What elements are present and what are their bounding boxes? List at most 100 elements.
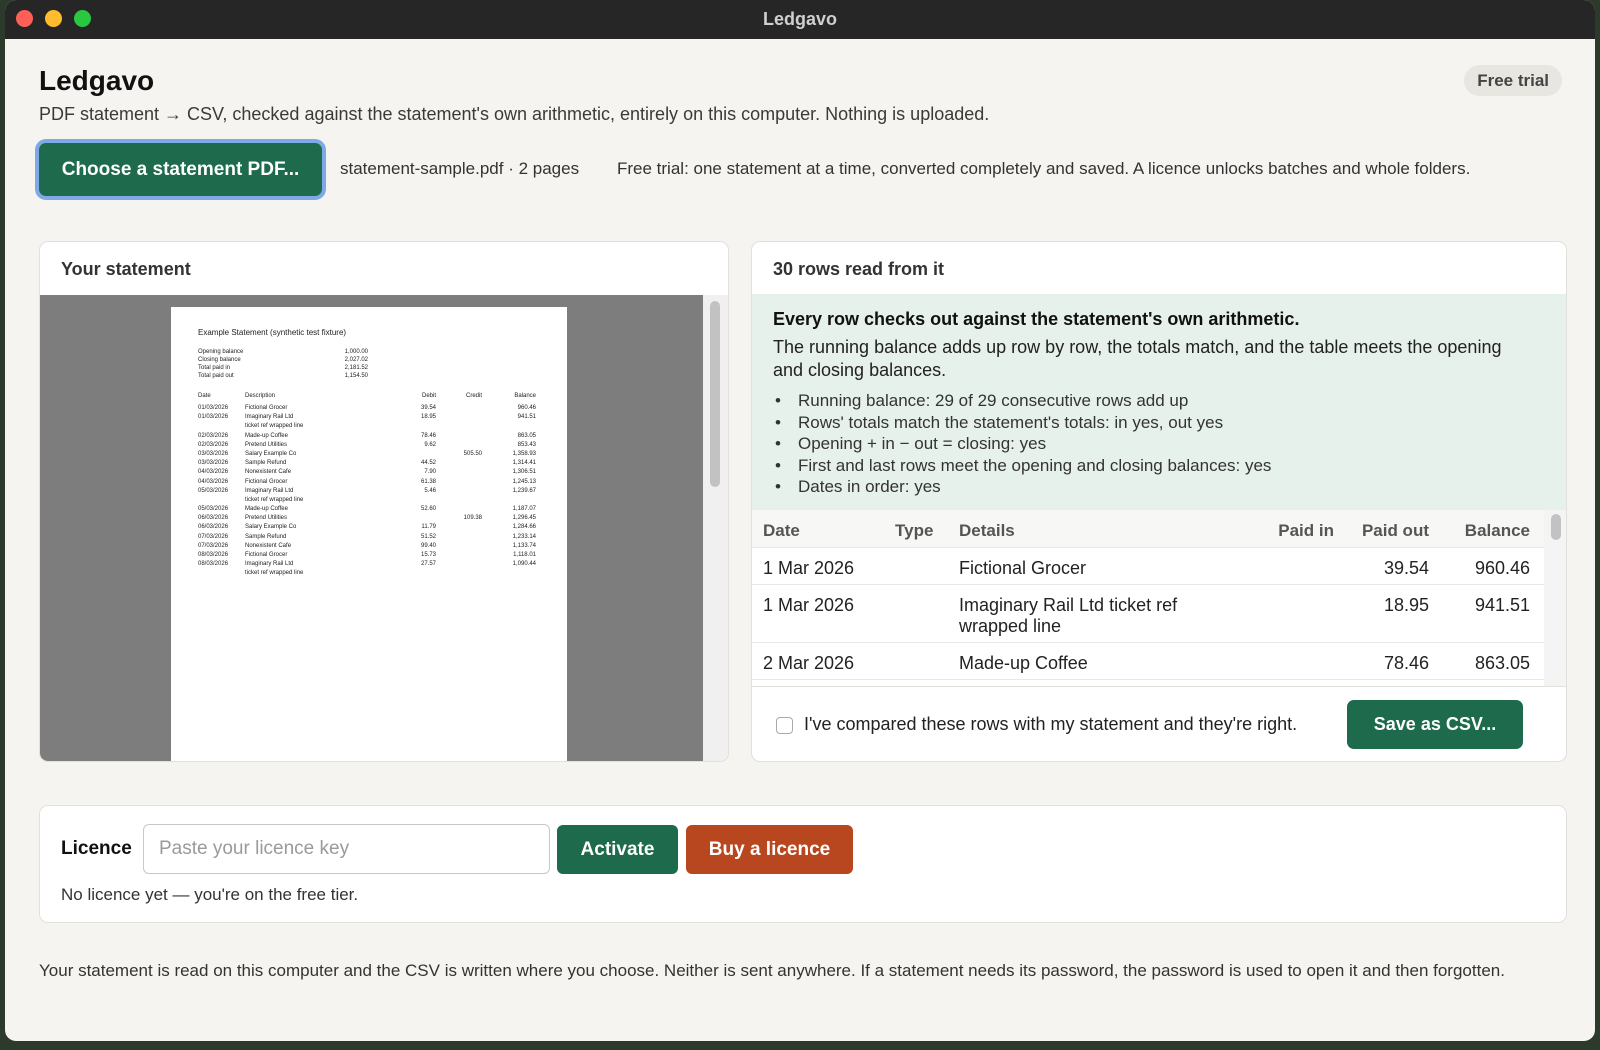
col-type-header[interactable]: Type xyxy=(895,520,933,541)
pdf-cell: 06/03/2026 xyxy=(198,524,229,531)
check-item: First and last rows meet the opening and… xyxy=(773,455,1271,477)
activate-button[interactable]: Activate xyxy=(557,825,678,874)
check-item: Opening + in − out = closing: yes xyxy=(773,433,1271,455)
pdf-summary-value: 1,000.00 xyxy=(344,349,368,355)
pdf-summary-row: Total paid in 2,181.52 xyxy=(198,364,368,372)
pdf-cell: 03/03/2026 xyxy=(198,450,229,457)
licence-key-input[interactable] xyxy=(143,824,550,874)
cell-details: Imaginary Rail Ltd ticket ref wrapped li… xyxy=(959,595,1178,636)
licence-status: No licence yet — you're on the free tier… xyxy=(61,885,359,904)
pdf-cell: Pretend Utilities xyxy=(245,441,288,448)
pdf-summary-row: Total paid out 1,154.50 xyxy=(198,372,368,380)
pdf-table-row: ticket ref wrapped line xyxy=(198,496,538,505)
rows-panel: 30 rows read from it Every row checks ou… xyxy=(751,241,1567,762)
pdf-cell: 1,358.93 xyxy=(512,450,536,457)
pdf-table-row: ticket ref wrapped line xyxy=(198,569,538,578)
pdf-col-header: Description xyxy=(245,393,276,399)
confirm-checkbox[interactable] xyxy=(776,717,793,734)
pdf-cell: Fictional Grocer xyxy=(245,478,288,485)
pdf-table-row: 04/03/2026 Nonexistent Cafe 7.90 1,306.51 xyxy=(198,468,538,477)
pdf-summary: Opening balance 1,000.00 Closing balance 2,… xyxy=(198,348,368,380)
pdf-summary-label: Opening balance xyxy=(198,349,244,355)
cell-details: Made-up Coffee xyxy=(959,653,1088,673)
pdf-table-row: 06/03/2026 Pretend Utilities 109.38 1,296.4… xyxy=(198,514,538,523)
pdf-summary-value: 1,154.50 xyxy=(344,373,368,379)
pdf-cell: 05/03/2026 xyxy=(198,487,229,494)
col-date-header[interactable]: Date xyxy=(763,520,800,541)
pdf-cell: 1,233.14 xyxy=(512,533,536,540)
pdf-summary-label: Closing balance xyxy=(198,357,241,363)
pdf-preview[interactable]: Example Statement (synthetic test fixtur… xyxy=(40,295,703,761)
pdf-table-header: Date Description Debit Credit Balance xyxy=(198,392,538,404)
pdf-cell: 39.54 xyxy=(420,405,436,411)
table-header: Date Type Details Paid in Paid out Balan… xyxy=(752,510,1544,548)
table-scrollbar-thumb[interactable] xyxy=(1551,514,1561,540)
col-details-header[interactable]: Details xyxy=(959,520,1219,541)
pdf-cell: 04/03/2026 xyxy=(198,478,229,485)
pdf-table-row: 01/03/2026 Imaginary Rail Ltd 18.95 941.51 xyxy=(198,413,538,422)
pdf-scrollbar[interactable] xyxy=(703,295,728,761)
pdf-cell: 61.38 xyxy=(420,478,436,485)
pdf-cell: Fictional Grocer xyxy=(245,552,288,558)
table-row[interactable]: 2 Mar 2026 Made-up Coffee 78.46 863.05 xyxy=(752,643,1544,680)
check-headline: Every row checks out against the stateme… xyxy=(773,309,1300,329)
pdf-cell: 1,239.67 xyxy=(512,487,536,494)
pdf-table-row: 02/03/2026 Made-up Coffee 78.46 863.05 xyxy=(198,432,538,441)
licence-panel: Licence Activate Buy a licence No licenc… xyxy=(39,805,1567,923)
licence-label: Licence xyxy=(61,838,132,859)
pdf-table-row: 02/03/2026 Pretend Utilities 9.62 853.43 xyxy=(198,441,538,450)
pdf-cell: 853.43 xyxy=(517,441,536,448)
table-scrollbar[interactable] xyxy=(1544,510,1566,686)
pdf-summary-label: Total paid out xyxy=(198,373,234,379)
pdf-cell: 960.46 xyxy=(517,405,536,411)
pdf-cell: Sample Refund xyxy=(245,460,287,467)
pdf-cell: Nonexistent Cafe xyxy=(245,542,292,549)
choose-statement-button[interactable]: Choose a statement PDF... xyxy=(39,143,322,196)
table-row[interactable]: 1 Mar 2026 Imaginary Rail Ltd ticket ref … xyxy=(752,585,1544,643)
privacy-note: Your statement is read on this computer … xyxy=(39,961,1505,980)
pdf-cell: 1,090.44 xyxy=(512,561,536,568)
pdf-cell: Pretend Utilities xyxy=(245,515,288,522)
pdf-cell: 1,118.01 xyxy=(513,552,536,558)
app-subtitle: PDF statement → CSV, checked against the… xyxy=(39,104,990,124)
table-row[interactable]: 1 Mar 2026 Fictional Grocer 39.54 960.46 xyxy=(752,548,1544,585)
pdf-cell: 1,314.41 xyxy=(512,460,536,467)
pdf-table: Date Description Debit Credit Balance 01/03/2… xyxy=(198,392,538,579)
pdf-table-row: 08/03/2026 Imaginary Rail Ltd 27.57 1,090.4… xyxy=(198,560,538,569)
pdf-cell: ticket ref wrapped line xyxy=(245,423,304,430)
col-paid-in-header[interactable]: Paid in xyxy=(1278,520,1334,541)
pdf-cell: 03/03/2026 xyxy=(198,460,229,467)
pdf-cell: ticket ref wrapped line xyxy=(245,496,304,503)
pdf-table-row: 03/03/2026 Salary Example Co 505.50 1,358.9… xyxy=(198,450,538,459)
check-description: The running balance adds up row by row, … xyxy=(773,337,1502,380)
pdf-cell: 05/03/2026 xyxy=(198,506,229,513)
col-balance-header[interactable]: Balance xyxy=(1465,520,1530,541)
pdf-table-row: 07/03/2026 Sample Refund 51.52 1,233.14 xyxy=(198,533,538,542)
pdf-scrollbar-thumb[interactable] xyxy=(710,301,720,487)
pdf-cell: 941.51 xyxy=(517,414,536,421)
cell-date: 1 Mar 2026 xyxy=(763,558,855,578)
pdf-table-row: 05/03/2026 Imaginary Rail Ltd 5.46 1,239.67 xyxy=(198,487,538,496)
pdf-cell: 78.46 xyxy=(420,432,436,439)
pdf-cell: 01/03/2026 xyxy=(198,414,229,421)
pdf-cell: 27.57 xyxy=(420,561,436,568)
pdf-cell: 07/03/2026 xyxy=(198,533,229,540)
pdf-doc-title: Example Statement (synthetic test fixtur… xyxy=(198,328,347,337)
pdf-page: Example Statement (synthetic test fixtur… xyxy=(171,307,567,761)
rows-table[interactable]: Date Type Details Paid in Paid out Balan… xyxy=(752,510,1544,686)
check-list: Running balance: 29 of 29 consecutive ro… xyxy=(773,390,1271,498)
cell-paid-out: 39.54 xyxy=(1383,558,1429,578)
app-window: Ledgavo Ledgavo PDF statement → CSV, che… xyxy=(5,0,1595,1041)
confirm-label[interactable]: I've compared these rows with my stateme… xyxy=(804,714,1297,735)
pdf-table-row: 07/03/2026 Nonexistent Cafe 99.40 1,133.74 xyxy=(198,542,538,551)
check-item: Dates in order: yes xyxy=(773,476,1271,498)
pdf-table-row: ticket ref wrapped line xyxy=(198,422,538,431)
pdf-col-header: Balance xyxy=(514,393,536,399)
pdf-cell: 02/03/2026 xyxy=(198,441,229,448)
buy-licence-button[interactable]: Buy a licence xyxy=(686,825,853,874)
pdf-table-row: 03/03/2026 Sample Refund 44.52 1,314.41 xyxy=(198,459,538,468)
save-csv-button[interactable]: Save as CSV... xyxy=(1347,700,1523,749)
col-paid-out-header[interactable]: Paid out xyxy=(1362,520,1429,541)
pdf-cell: Salary Example Co xyxy=(245,450,297,457)
pdf-table-row: 05/03/2026 Made-up Coffee 52.60 1,187.07 xyxy=(198,505,538,514)
